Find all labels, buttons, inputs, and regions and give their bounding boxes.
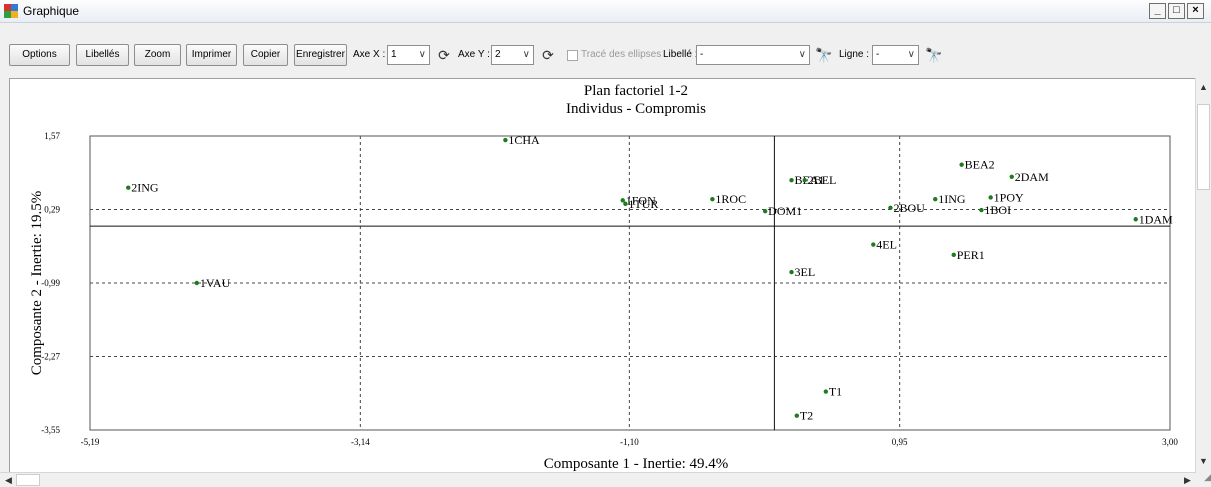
point-label: DOM1 (768, 204, 802, 218)
scroll-up-icon[interactable]: ▲ (1196, 80, 1211, 94)
y-tick-label: 1,57 (44, 131, 60, 141)
libelles-button[interactable]: Libellés (76, 44, 129, 66)
binoculars-icon[interactable]: 🔭 (925, 45, 943, 65)
point-label: 1BOI (984, 203, 1011, 217)
vertical-scroll-thumb[interactable] (1197, 104, 1210, 190)
x-axis-label: Composante 1 - Inertie: 49.4% (544, 456, 729, 472)
data-point (1133, 217, 1138, 222)
point-label: T1 (829, 385, 842, 399)
scroll-left-icon[interactable]: ◀ (1, 473, 16, 487)
point-label: 2ING (131, 181, 159, 195)
title-bar: Graphique _ □ × (0, 0, 1211, 23)
x-tick-label: 0,95 (892, 437, 908, 447)
axe-y-label: Axe Y : (458, 49, 490, 60)
data-point (951, 252, 956, 258)
chart-app-icon (4, 4, 18, 18)
horizontal-scrollbar[interactable]: ◀ ▶ (0, 472, 1196, 487)
point-label: 1DAM (1139, 212, 1173, 226)
ligne-value: - (876, 49, 880, 60)
point-label: BEA2 (965, 158, 995, 172)
data-point (823, 389, 829, 394)
data-point (794, 413, 800, 418)
scroll-down-icon[interactable]: ▼ (1196, 454, 1211, 468)
x-tick-label: -3,14 (351, 437, 370, 447)
scatter-chart: Plan factoriel 1-2 Individus - Compromis… (29, 83, 1178, 472)
close-button[interactable]: × (1187, 3, 1204, 19)
data-point (503, 137, 508, 143)
x-tick-label: -1,10 (620, 437, 639, 447)
data-point (623, 201, 628, 206)
copier-button[interactable]: Copier (243, 44, 288, 66)
y-tick-label: -2,27 (41, 352, 60, 362)
binoculars-icon[interactable]: 🔭 (815, 45, 833, 65)
zoom-button[interactable]: Zoom (134, 44, 181, 66)
x-tick-label: 3,00 (1162, 437, 1178, 447)
x-tick-label: -5,19 (81, 437, 100, 447)
point-label: 1TUR (628, 197, 658, 211)
window-title: Graphique (23, 4, 80, 18)
y-tick-label: -0,99 (41, 278, 60, 288)
data-point (1009, 174, 1014, 179)
chart-subtitle: Individus - Compromis (566, 101, 706, 117)
vertical-scrollbar[interactable]: ▲ ▼ (1195, 78, 1211, 472)
ellipses-label: Tracé des ellipses (581, 49, 662, 60)
scroll-right-icon[interactable]: ▶ (1180, 473, 1195, 487)
toolbar: Options Libellés Zoom Imprimer Copier En… (0, 23, 1211, 69)
libelle-select[interactable]: - ∨ (696, 45, 810, 65)
point-label: PER1 (957, 248, 985, 262)
y-tick-label: -3,55 (41, 425, 60, 435)
enregistrer-button[interactable]: Enregistrer (294, 44, 347, 66)
data-point (710, 196, 715, 202)
data-point (888, 205, 893, 210)
chart-title: Plan factoriel 1-2 (584, 83, 688, 99)
point-label: 1VAU (200, 276, 231, 290)
chevron-down-icon: ∨ (418, 49, 426, 60)
libelle-value: - (700, 49, 704, 60)
data-point (979, 207, 984, 213)
swap-x-icon[interactable]: ⟳ (435, 45, 453, 65)
point-label: 2DAM (1015, 170, 1049, 184)
axe-y-select[interactable]: 2 ∨ (491, 45, 534, 65)
data-point (959, 162, 964, 167)
axe-x-label: Axe X : (353, 49, 386, 60)
data-point (933, 196, 938, 202)
ligne-select[interactable]: - ∨ (872, 45, 919, 65)
data-point (871, 242, 876, 247)
chart-pane: Plan factoriel 1-2 Individus - Compromis… (9, 78, 1196, 473)
point-label: 2BOU (893, 201, 925, 215)
data-point (988, 195, 993, 200)
maximize-button[interactable]: □ (1168, 3, 1185, 19)
chevron-down-icon: ∨ (907, 49, 915, 60)
data-point (789, 178, 794, 183)
ellipses-checkbox[interactable] (567, 50, 578, 61)
y-tick-label: 0,29 (44, 205, 60, 215)
imprimer-button[interactable]: Imprimer (186, 44, 237, 66)
horizontal-scroll-thumb[interactable] (16, 474, 40, 486)
swap-y-icon[interactable]: ⟳ (539, 45, 557, 65)
chevron-down-icon: ∨ (522, 49, 530, 60)
libelle-label: Libellé : (663, 49, 698, 60)
point-label: 1CHA (508, 133, 540, 147)
point-label: T2 (800, 409, 813, 423)
point-label: 4EL (876, 238, 897, 252)
minimize-button[interactable]: _ (1149, 3, 1166, 19)
ligne-label: Ligne : (839, 49, 870, 60)
resize-grip-icon[interactable]: ◢ (1196, 472, 1211, 486)
options-button[interactable]: Options (9, 44, 70, 66)
point-label: 1ROC (715, 192, 746, 206)
axe-y-value: 2 (495, 49, 501, 60)
point-label: 1ING (938, 192, 966, 206)
axe-x-select[interactable]: 1 ∨ (387, 45, 430, 65)
data-point (762, 209, 768, 214)
data-point (126, 185, 131, 190)
data-point (802, 178, 807, 183)
axe-x-value: 1 (391, 49, 397, 60)
data-point (194, 280, 200, 286)
chevron-down-icon: ∨ (798, 49, 806, 60)
data-point (789, 269, 794, 275)
point-label: 3EL (795, 265, 816, 279)
point-label: 2BEL (808, 173, 837, 187)
